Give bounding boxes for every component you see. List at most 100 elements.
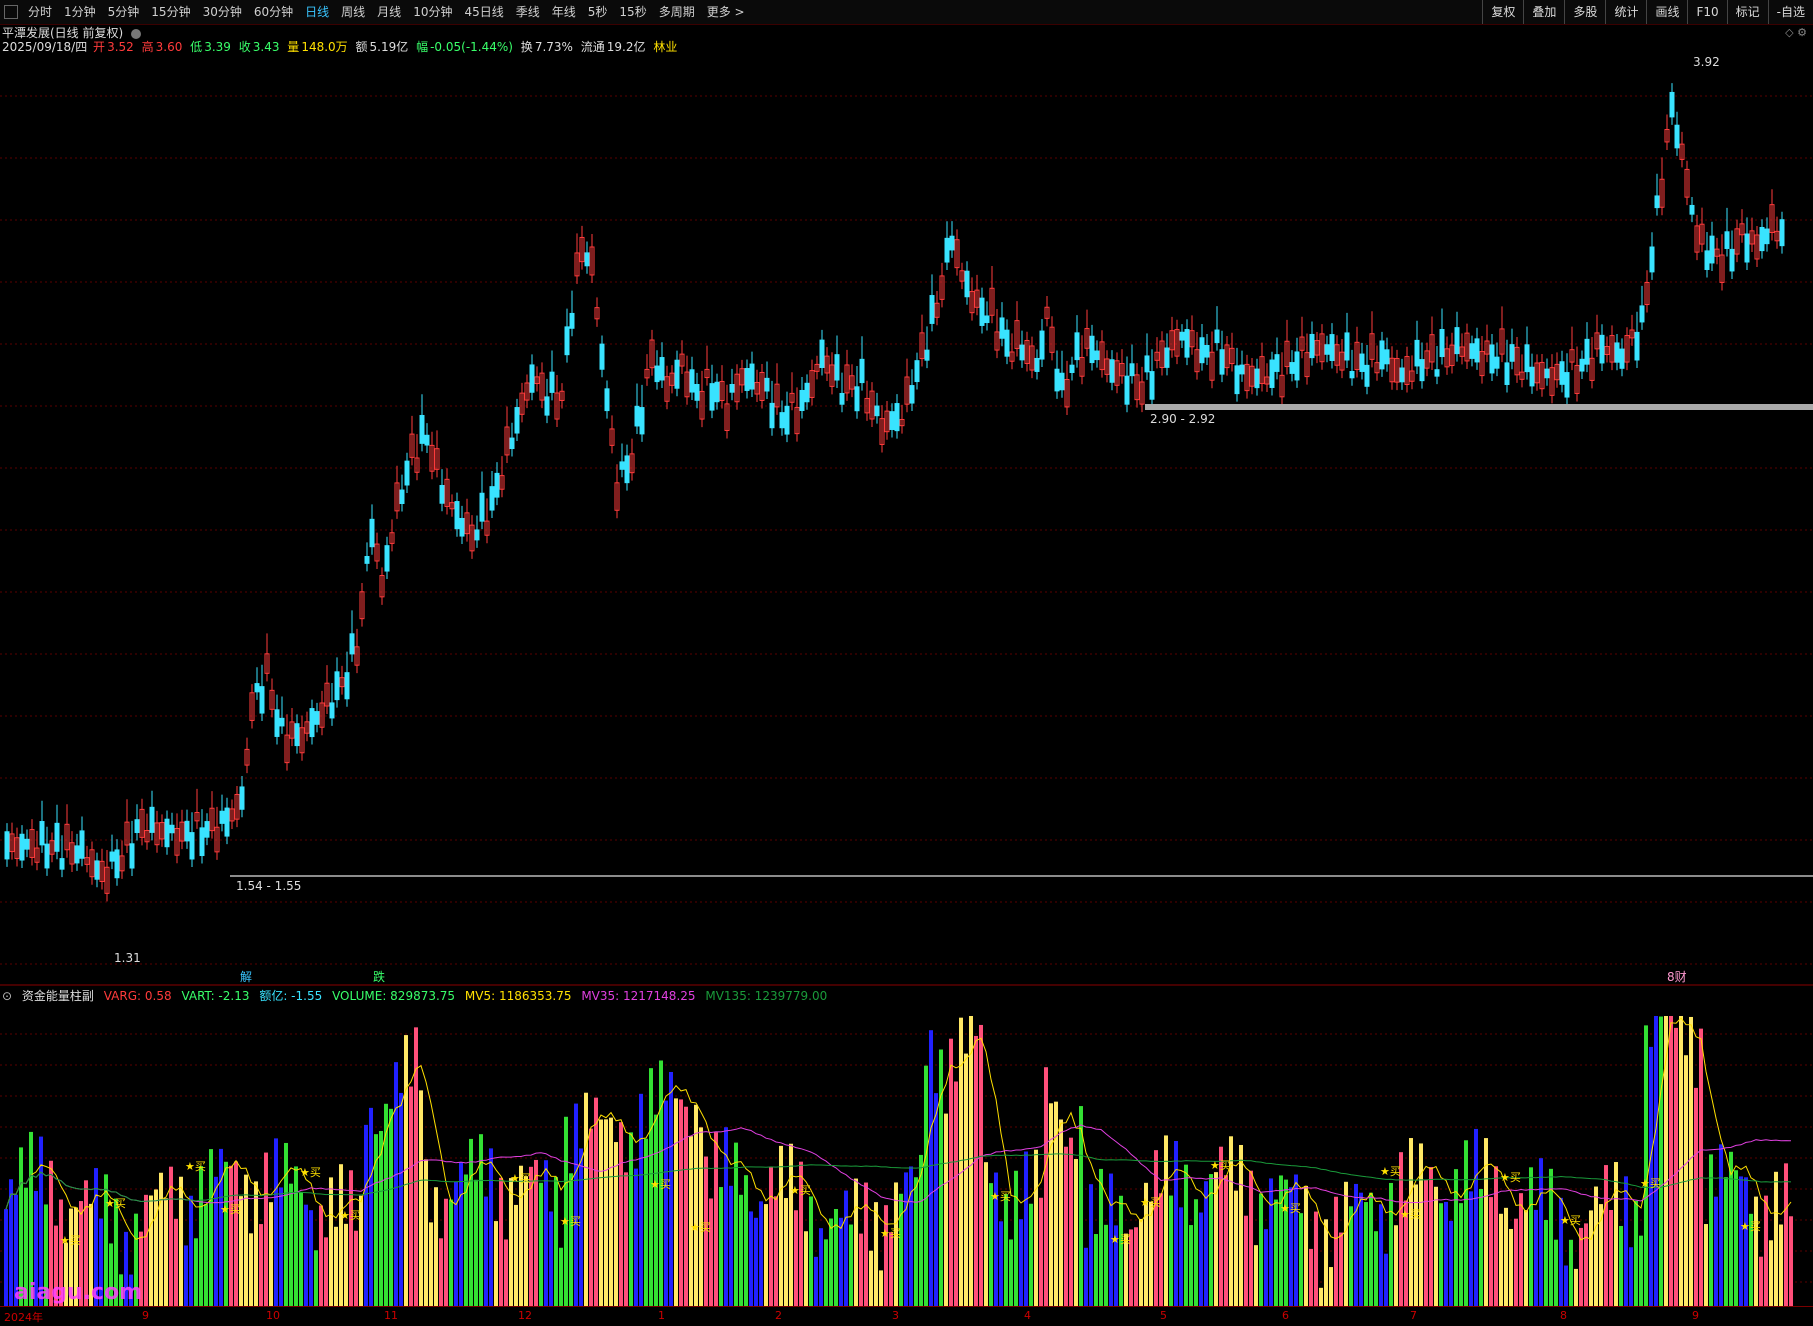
event-marker-finance[interactable]: 8财 xyxy=(1667,968,1687,985)
buy-marker[interactable]: ★买 xyxy=(880,1227,901,1240)
period-tab-13[interactable]: 5秒 xyxy=(582,0,614,24)
volume-energy-chart[interactable]: ★买 ★买 ★买 ★买 ★买 ★买 ★买 ★买 ★买 ★买 ★买 ★买 ★买 ★买 ★买 ★买 ★买 ★买 ★买 ★买… xyxy=(0,1004,1813,1306)
candle xyxy=(644,354,650,386)
candle xyxy=(1754,225,1760,267)
buy-marker[interactable]: ★买 xyxy=(1380,1165,1401,1178)
indicator-toggle-icon[interactable]: ⊙ xyxy=(2,989,12,1003)
buy-marker[interactable]: ★买 xyxy=(105,1197,126,1210)
buy-marker[interactable]: ★买 xyxy=(340,1209,361,1222)
candle xyxy=(1224,335,1230,376)
buy-marker[interactable]: ★买 xyxy=(1740,1220,1761,1233)
candle xyxy=(849,364,855,398)
tool-button-4[interactable]: 画线 xyxy=(1646,0,1687,24)
buy-marker[interactable]: ★买 xyxy=(650,1178,671,1191)
energy-bar xyxy=(1299,1213,1303,1306)
buy-marker[interactable]: ★买 xyxy=(1560,1214,1581,1227)
buy-marker[interactable]: ★买 xyxy=(1280,1202,1301,1215)
candle xyxy=(984,301,990,331)
period-tab-6[interactable]: 日线 xyxy=(299,0,335,24)
energy-bar xyxy=(629,1132,633,1306)
candle xyxy=(249,684,255,729)
buy-marker[interactable]: ★买 xyxy=(60,1234,81,1247)
buy-marker[interactable]: ★买 xyxy=(1140,1196,1161,1209)
buy-marker[interactable]: ★买 xyxy=(990,1190,1011,1203)
tool-button-0[interactable]: 复权 xyxy=(1482,0,1523,24)
tool-button-1[interactable]: 叠加 xyxy=(1523,0,1564,24)
event-marker-drop[interactable]: 跌 xyxy=(373,968,385,985)
energy-bar xyxy=(1259,1193,1263,1306)
energy-bar xyxy=(1674,1027,1678,1306)
candle xyxy=(189,812,195,867)
period-tab-10[interactable]: 45日线 xyxy=(458,0,509,24)
period-tab-12[interactable]: 年线 xyxy=(546,0,582,24)
buy-marker[interactable]: ★买 xyxy=(690,1221,711,1234)
candle xyxy=(799,376,805,419)
energy-bar xyxy=(949,1038,953,1306)
energy-bar xyxy=(874,1202,878,1306)
energy-bar xyxy=(1679,1016,1683,1306)
candle xyxy=(994,308,1000,359)
chevron-down-icon[interactable] xyxy=(131,28,142,39)
buy-marker[interactable]: ★买 xyxy=(1400,1208,1421,1221)
candle xyxy=(784,391,790,443)
period-tab-5[interactable]: 60分钟 xyxy=(248,0,299,24)
period-tab-15[interactable]: 多周期 xyxy=(653,0,701,24)
energy-bar xyxy=(634,1168,638,1306)
buy-marker[interactable]: ★买 xyxy=(1210,1159,1231,1172)
energy-bar xyxy=(194,1238,198,1306)
energy-bar xyxy=(1689,1016,1693,1306)
candle xyxy=(1544,358,1550,386)
candle xyxy=(1209,331,1215,389)
energy-bar xyxy=(604,1119,608,1306)
energy-bar xyxy=(1634,1200,1638,1306)
candle xyxy=(909,369,915,412)
energy-bar xyxy=(1449,1220,1453,1306)
candle xyxy=(1279,352,1285,405)
energy-bar xyxy=(1274,1199,1278,1306)
buy-marker[interactable]: ★买 xyxy=(560,1215,581,1228)
diamond-icon[interactable]: ◇ xyxy=(1785,26,1793,39)
period-tab-8[interactable]: 月线 xyxy=(371,0,407,24)
candle xyxy=(1759,219,1765,259)
period-tab-3[interactable]: 15分钟 xyxy=(145,0,196,24)
energy-bar xyxy=(1254,1245,1258,1306)
period-tab-1[interactable]: 1分钟 xyxy=(58,0,102,24)
buy-marker[interactable]: ★买 xyxy=(185,1160,206,1173)
period-tab-2[interactable]: 5分钟 xyxy=(102,0,146,24)
period-tab-11[interactable]: 季线 xyxy=(510,0,546,24)
event-marker-unlock[interactable]: 解 xyxy=(240,968,252,985)
buy-marker[interactable]: ★买 xyxy=(1500,1171,1521,1184)
period-tab-16[interactable]: 更多 > xyxy=(701,0,751,24)
period-tab-4[interactable]: 30分钟 xyxy=(197,0,248,24)
candle xyxy=(1089,324,1095,371)
date-axis-label: 5 xyxy=(1160,1309,1167,1322)
buy-marker[interactable]: ★买 xyxy=(220,1203,241,1216)
candlestick-chart[interactable]: 3.92 1.31 1.54 - 1.55 2.90 - 2.92 xyxy=(0,56,1813,986)
buy-marker[interactable]: ★买 xyxy=(790,1184,811,1197)
tool-button-6[interactable]: 标记 xyxy=(1726,0,1768,24)
energy-bar xyxy=(609,1117,613,1306)
candle xyxy=(39,800,45,853)
period-tab-9[interactable]: 10分钟 xyxy=(407,0,458,24)
energy-bar xyxy=(819,1228,823,1306)
period-tab-0[interactable]: 分时 xyxy=(22,0,58,24)
tool-button-7[interactable]: -自选 xyxy=(1767,0,1813,24)
tool-button-3[interactable]: 统计 xyxy=(1605,0,1646,24)
svg-text:★买: ★买 xyxy=(510,1172,531,1185)
energy-bar xyxy=(334,1226,338,1306)
buy-marker[interactable]: ★买 xyxy=(300,1166,321,1179)
candle xyxy=(634,383,640,434)
settings-icon[interactable]: ⚙ xyxy=(1797,26,1807,39)
candle xyxy=(1334,335,1340,374)
energy-bar xyxy=(389,1108,393,1306)
period-tab-7[interactable]: 周线 xyxy=(335,0,371,24)
candle xyxy=(999,302,1005,347)
menu-square-icon[interactable] xyxy=(4,5,18,19)
period-tab-14[interactable]: 15秒 xyxy=(613,0,652,24)
energy-bar xyxy=(1099,1168,1103,1306)
buy-marker[interactable]: ★买 xyxy=(1110,1233,1131,1246)
buy-marker[interactable]: ★买 xyxy=(1640,1177,1661,1190)
tool-button-5[interactable]: F10 xyxy=(1687,0,1726,24)
buy-marker[interactable]: ★买 xyxy=(510,1172,531,1185)
tool-button-2[interactable]: 多股 xyxy=(1564,0,1605,24)
